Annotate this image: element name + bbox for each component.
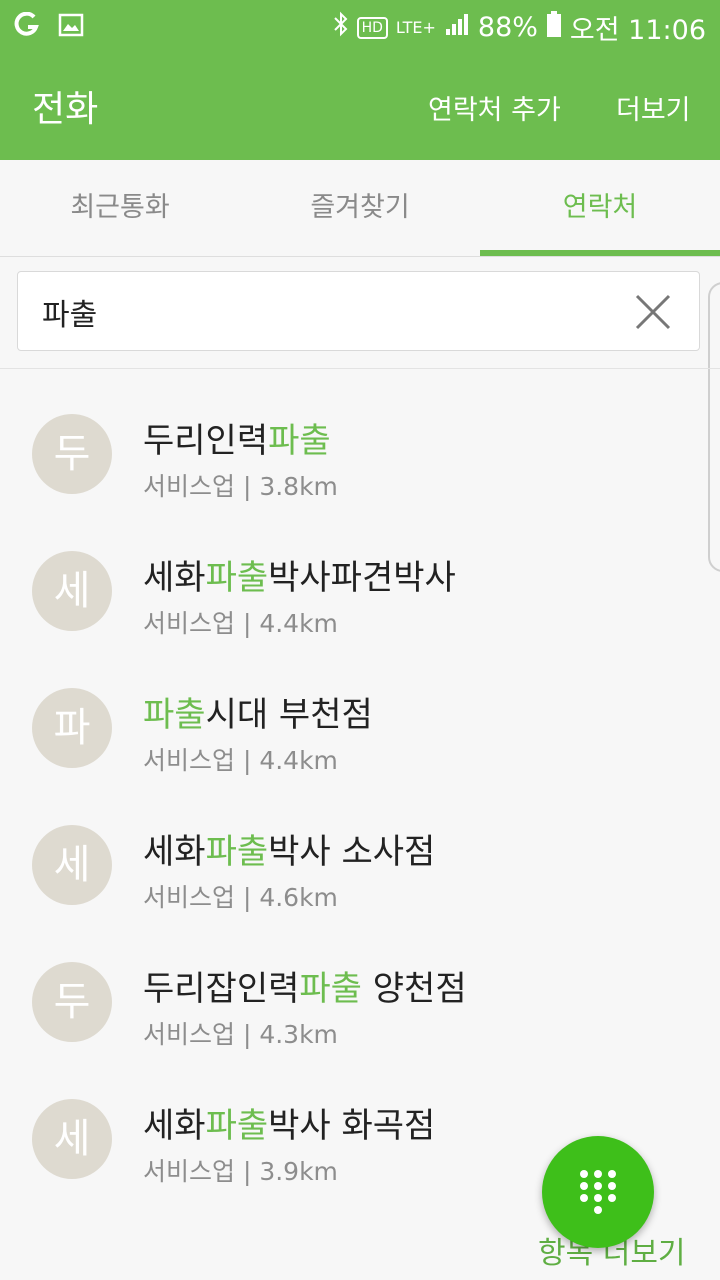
result-category: 서비스업 | 3.9km [143,1157,338,1186]
battery-percent: 88% [477,12,538,43]
result-name: 세화파출박사 화곡점 [143,1106,436,1146]
clock: 오전 11:06 [569,15,706,46]
result-category: 서비스업 | 4.4km [143,746,338,775]
result-name: 세화파출박사파견박사 [143,558,456,598]
avatar: 세 [32,825,112,905]
result-category: 서비스업 | 3.8km [143,472,338,501]
tab-recent-calls[interactable]: 최근통화 [0,160,240,256]
gallery-notification-icon [58,12,84,42]
avatar: 파 [32,688,112,768]
more-button[interactable]: 더보기 [616,88,691,127]
status-bar: HD LTE+ 88% 오전 11:06 [0,0,720,50]
page-title: 전화 [32,89,99,130]
list-item[interactable]: 세 세화파출박사 소사점 서비스업 | 4.6km [0,780,720,917]
avatar: 세 [32,1099,112,1179]
result-name: 두리인력파출 [143,421,331,461]
tab-favorites[interactable]: 즐겨찾기 [240,160,480,256]
result-name: 파출시대 부천점 [143,695,373,735]
network-type: LTE+ [395,18,436,37]
dialpad-button[interactable] [542,1136,654,1248]
list-item[interactable]: 파 파출시대 부천점 서비스업 | 4.4km [0,643,720,780]
tab-contacts[interactable]: 연락처 [480,160,720,256]
result-category: 서비스업 | 4.3km [143,1020,338,1049]
list-item[interactable]: 세 세화파출박사파견박사 서비스업 | 4.4km [0,506,720,643]
avatar: 세 [32,551,112,631]
avatar: 두 [32,414,112,494]
result-name: 두리잡인력파출 양천점 [143,969,467,1009]
signal-icon [444,11,470,44]
battery-icon [546,10,562,45]
list-item[interactable]: 두 두리잡인력파출 양천점 서비스업 | 4.3km [0,917,720,1054]
tab-bar: 최근통화 즐겨찾기 연락처 [0,160,720,257]
list-item[interactable]: 두 두리인력파출 서비스업 | 3.8km [0,369,720,506]
result-category: 서비스업 | 4.4km [143,609,338,638]
active-tab-indicator [480,250,720,256]
app-bar: 전화 연락처 추가 더보기 [0,50,720,160]
clear-icon[interactable] [633,292,673,332]
bluetooth-icon [333,11,349,44]
search-box [17,271,700,351]
result-category: 서비스업 | 4.6km [143,883,338,912]
dialpad-icon [580,1170,616,1214]
search-input[interactable] [40,286,604,338]
avatar: 두 [32,962,112,1042]
add-contact-button[interactable]: 연락처 추가 [428,88,561,127]
hd-voice-badge: HD [356,16,388,39]
result-name: 세화파출박사 소사점 [143,832,436,872]
app-notification-icon [14,11,40,42]
